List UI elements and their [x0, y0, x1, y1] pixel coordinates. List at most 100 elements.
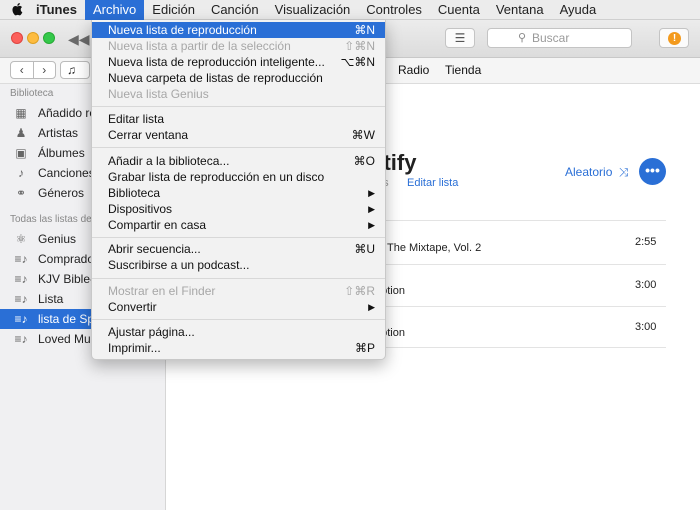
menu-item-shortcut: ⌘U	[354, 242, 375, 256]
search-icon: ⚲	[518, 32, 527, 44]
menu-item-close-window[interactable]: Cerrar ventana ⌘W	[92, 127, 385, 143]
microphone-icon: ♟	[15, 126, 27, 140]
menu-item-label: Añadir a la biblioteca...	[108, 154, 230, 168]
menu-visualizacion[interactable]: Visualización	[267, 0, 359, 20]
tab-tienda[interactable]: Tienda	[445, 63, 481, 77]
list-icon: ☰	[454, 31, 466, 45]
menu-item-add-to-library[interactable]: Añadir a la biblioteca... ⌘O	[92, 153, 385, 169]
menu-item-label: Nueva lista a partir de la selección	[108, 39, 291, 53]
menu-item-label: Biblioteca	[108, 186, 161, 200]
minimize-window-button[interactable]	[27, 32, 39, 44]
submenu-arrow-icon: ▶	[368, 220, 375, 230]
playlist-icon: ≡♪	[14, 312, 28, 326]
menu-edicion[interactable]: Edición	[144, 0, 203, 20]
rewind-icon[interactable]: ◀◀	[68, 31, 90, 48]
sidebar-item-label: Canciones	[38, 166, 95, 180]
sidebar-section-playlists: Todas las listas de	[10, 214, 92, 225]
menu-cancion[interactable]: Canción	[203, 0, 267, 20]
menu-itunes[interactable]: iTunes	[34, 0, 85, 20]
menu-item-shortcut: ⌥⌘N	[340, 55, 376, 69]
menu-item-shortcut: ⇧⌘R	[344, 284, 375, 298]
sidebar-item-label: KJV Bible-	[38, 272, 95, 286]
menu-separator	[92, 147, 385, 148]
music-note-icon: ♪	[18, 166, 24, 180]
search-placeholder: Buscar	[532, 31, 570, 45]
menu-item-new-genius-playlist: Nueva lista Genius	[92, 86, 385, 102]
sidebar-item-label: Genius	[38, 232, 77, 246]
media-picker[interactable]: ♫	[60, 61, 90, 79]
tab-radio[interactable]: Radio	[398, 63, 429, 77]
close-window-button[interactable]	[11, 32, 23, 44]
menu-item-label: Dispositivos	[108, 202, 173, 216]
menu-bar: iTunes Archivo Edición Canción Visualiza…	[0, 0, 700, 20]
menu-cuenta[interactable]: Cuenta	[430, 0, 488, 20]
menu-item-edit-playlist[interactable]: Editar lista	[92, 111, 385, 127]
sidebar-item-label: Loved Mus	[38, 332, 97, 346]
playlist-icon: ≡♪	[14, 272, 28, 286]
submenu-arrow-icon: ▶	[368, 188, 375, 198]
zoom-window-button[interactable]	[43, 32, 55, 44]
more-options-button[interactable]: •••	[639, 158, 666, 185]
menu-item-home-sharing[interactable]: Compartir en casa ▶	[92, 217, 385, 233]
menu-item-new-playlist-from-selection: Nueva lista a partir de la selección ⇧⌘N	[92, 38, 385, 54]
menu-item-shortcut: ⌘P	[354, 341, 375, 355]
back-arrow-icon[interactable]: ‹	[11, 62, 34, 78]
edit-playlist-link[interactable]: Editar lista	[407, 177, 458, 189]
menu-item-shortcut: ⌘N	[354, 23, 375, 37]
menu-separator	[92, 237, 385, 238]
menu-ventana[interactable]: Ventana	[488, 0, 552, 20]
menu-item-subscribe-podcast[interactable]: Suscribirse a un podcast...	[92, 257, 385, 273]
up-next-button[interactable]: ☰	[445, 28, 475, 48]
sidebar-item-label: Lista	[38, 292, 64, 306]
genius-icon: ⚛	[15, 232, 27, 246]
sidebar-item-label: Añadido re	[38, 106, 97, 120]
search-field[interactable]: ⚲ Buscar	[487, 28, 632, 48]
menu-ayuda[interactable]: Ayuda	[552, 0, 605, 20]
shuffle-label: Aleatorio	[565, 165, 613, 179]
menu-item-burn-playlist[interactable]: Grabar lista de reproducción en un disco	[92, 169, 385, 185]
track-duration: 2:55	[635, 236, 657, 248]
sidebar-item-label: lista de Sp	[38, 312, 95, 326]
menu-item-shortcut: ⌘O	[353, 154, 375, 168]
menu-item-label: Cerrar ventana	[108, 128, 189, 142]
submenu-arrow-icon: ▶	[368, 204, 375, 214]
menu-item-library[interactable]: Biblioteca ▶	[92, 185, 385, 201]
apple-menu[interactable]	[0, 0, 34, 19]
menu-item-new-playlist[interactable]: Nueva lista de reproducción ⌘N	[92, 22, 385, 38]
archivo-menu: Nueva lista de reproducción ⌘N Nueva lis…	[91, 20, 386, 360]
menu-separator	[92, 278, 385, 279]
shuffle-button[interactable]: Aleatorio ⤨	[565, 165, 628, 180]
menu-item-devices[interactable]: Dispositivos ▶	[92, 201, 385, 217]
menu-item-label: Nueva lista de reproducción inteligente.…	[108, 55, 325, 69]
menu-item-label: Imprimir...	[108, 341, 161, 355]
grid-icon: ▦	[15, 106, 27, 120]
menu-item-label: Nueva lista Genius	[108, 87, 209, 101]
menu-controles[interactable]: Controles	[358, 0, 430, 20]
menu-item-label: Editar lista	[108, 112, 165, 126]
sidebar-section-library: Biblioteca	[10, 88, 54, 99]
menu-item-label: Convertir	[108, 300, 157, 314]
menu-item-convert[interactable]: Convertir ▶	[92, 299, 385, 315]
menu-item-label: Compartir en casa	[108, 218, 207, 232]
playlist-icon: ≡♪	[14, 252, 28, 266]
menu-item-label: Grabar lista de reproducción en un disco	[108, 170, 325, 184]
forward-arrow-icon[interactable]: ›	[34, 62, 56, 78]
menu-item-page-setup[interactable]: Ajustar página...	[92, 324, 385, 340]
track-title[interactable]: e: The Mixtape, Vol. 2	[375, 242, 481, 254]
menu-item-new-smart-playlist[interactable]: Nueva lista de reproducción inteligente.…	[92, 54, 385, 70]
activity-button[interactable]: !	[659, 28, 689, 48]
alert-icon: !	[668, 32, 681, 45]
menu-item-label: Nueva carpeta de listas de reproducción	[108, 71, 323, 85]
apple-logo-icon	[12, 3, 23, 16]
menu-separator	[92, 319, 385, 320]
sidebar-item-label: Álbumes	[38, 146, 85, 160]
menu-item-new-playlist-folder[interactable]: Nueva carpeta de listas de reproducción	[92, 70, 385, 86]
submenu-arrow-icon: ▶	[368, 302, 375, 312]
menu-item-show-in-finder: Mostrar en el Finder ⇧⌘R	[92, 283, 385, 299]
menu-item-shortcut: ⇧⌘N	[344, 39, 375, 53]
menu-item-print[interactable]: Imprimir... ⌘P	[92, 340, 385, 356]
sidebar-item-label: Géneros	[38, 186, 85, 200]
menu-archivo[interactable]: Archivo	[84, 0, 145, 20]
menu-item-open-stream[interactable]: Abrir secuencia... ⌘U	[92, 241, 385, 257]
nav-arrows: ‹ ›	[10, 61, 56, 79]
